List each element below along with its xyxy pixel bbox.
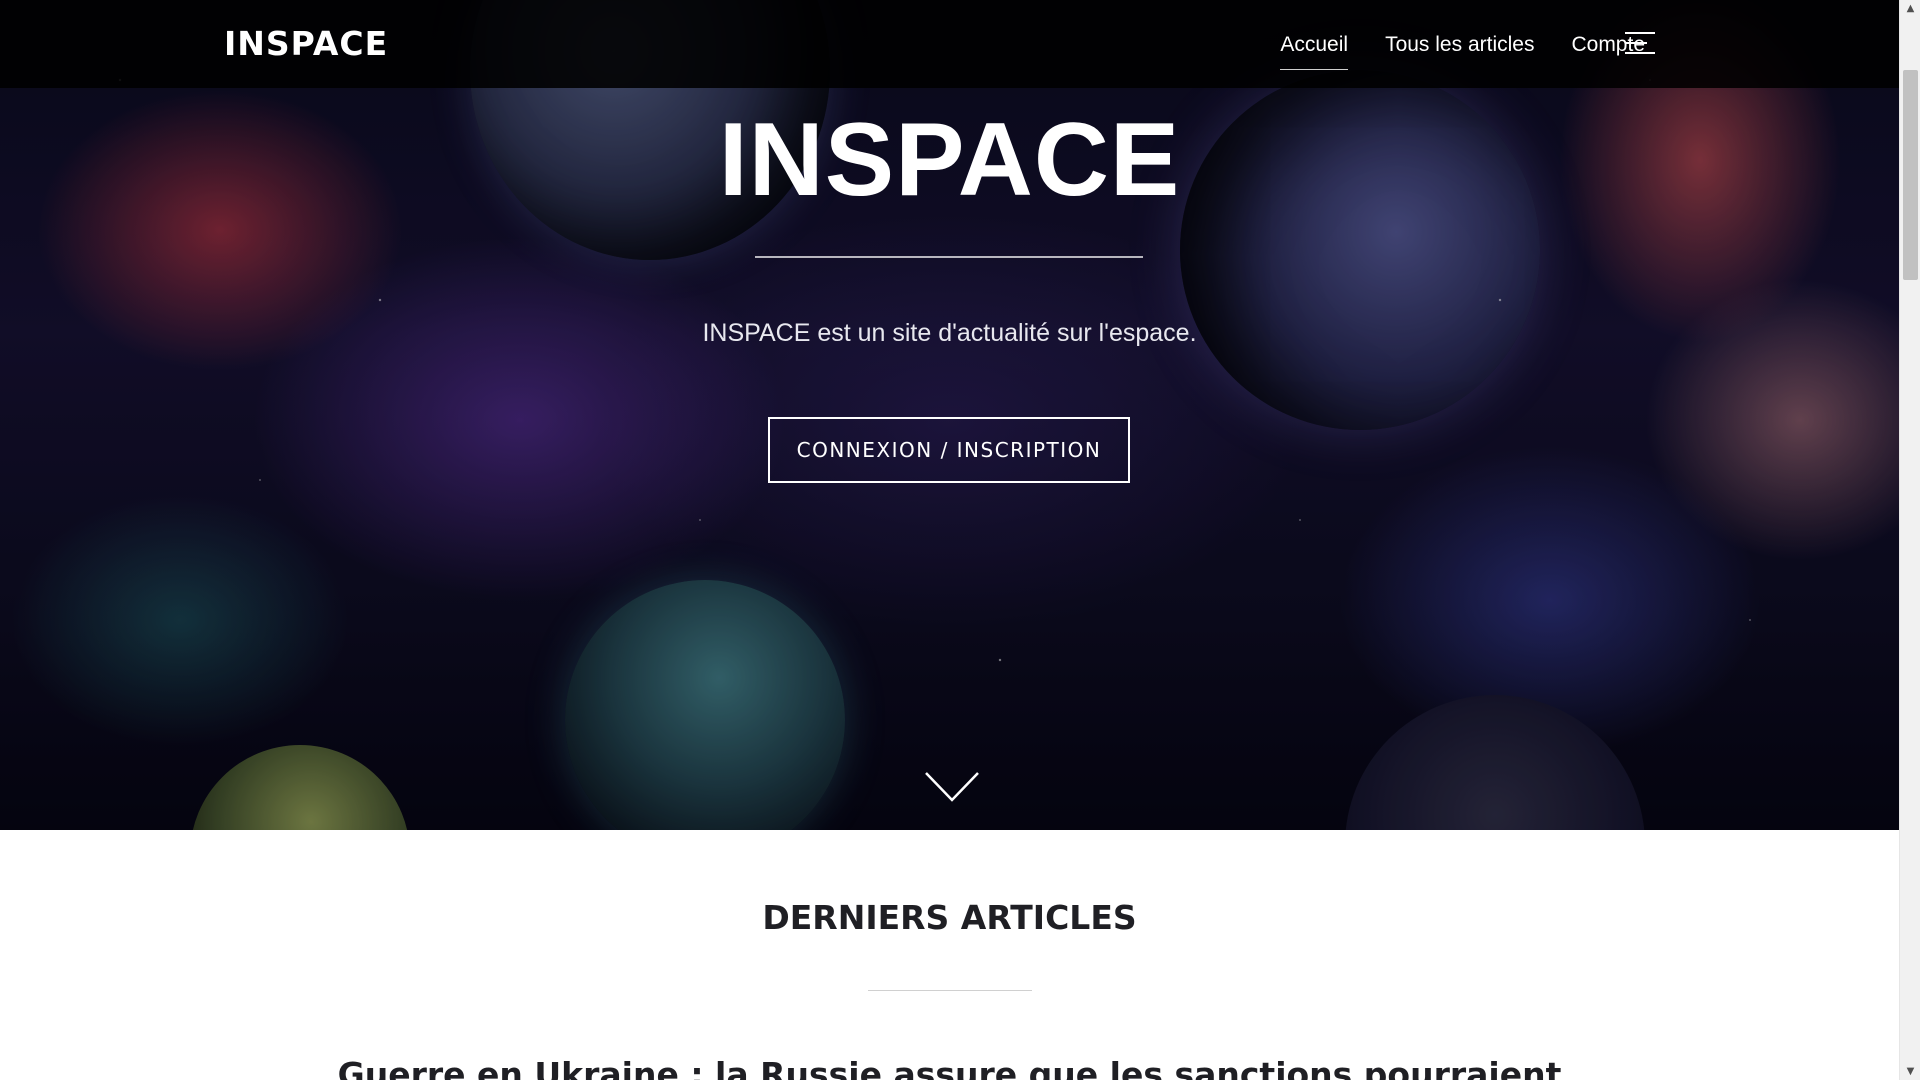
hero-section: INSPACE INSPACE est un site d'actualité … [0, 0, 1899, 830]
hero-subtitle: INSPACE est un site d'actualité sur l'es… [702, 319, 1197, 347]
latest-articles-section: DERNIERS ARTICLES Guerre en Ukraine : la… [0, 830, 1899, 1080]
scroll-down-arrow-icon[interactable]: ▼ [1900, 1063, 1920, 1080]
hero-title: INSPACE [718, 102, 1181, 218]
section-divider [868, 990, 1032, 991]
section-title: DERNIERS ARTICLES [762, 898, 1137, 937]
main-nav: Accueil Tous les articles Compte [1280, 0, 1645, 88]
article-title-link[interactable]: Guerre en Ukraine : la Russie assure que… [0, 1052, 1899, 1080]
login-signup-button[interactable]: CONNEXION / INSCRIPTION [768, 417, 1130, 483]
scroll-up-arrow-icon[interactable]: ▲ [1900, 0, 1920, 17]
hamburger-menu-icon[interactable] [1625, 32, 1655, 56]
scrollbar-thumb[interactable] [1903, 70, 1918, 280]
nav-link-tous-les-articles[interactable]: Tous les articles [1385, 29, 1534, 59]
hero-divider [755, 256, 1143, 258]
page-scrollbar[interactable]: ▲ ▼ [1899, 0, 1920, 1080]
page-viewport: INSPACE INSPACE est un site d'actualité … [0, 0, 1899, 1080]
top-navbar: INSPACE Accueil Tous les articles Compte [0, 0, 1899, 88]
nav-link-accueil[interactable]: Accueil [1280, 29, 1348, 70]
chevron-down-icon[interactable] [924, 770, 980, 804]
site-logo[interactable]: INSPACE [224, 21, 388, 67]
